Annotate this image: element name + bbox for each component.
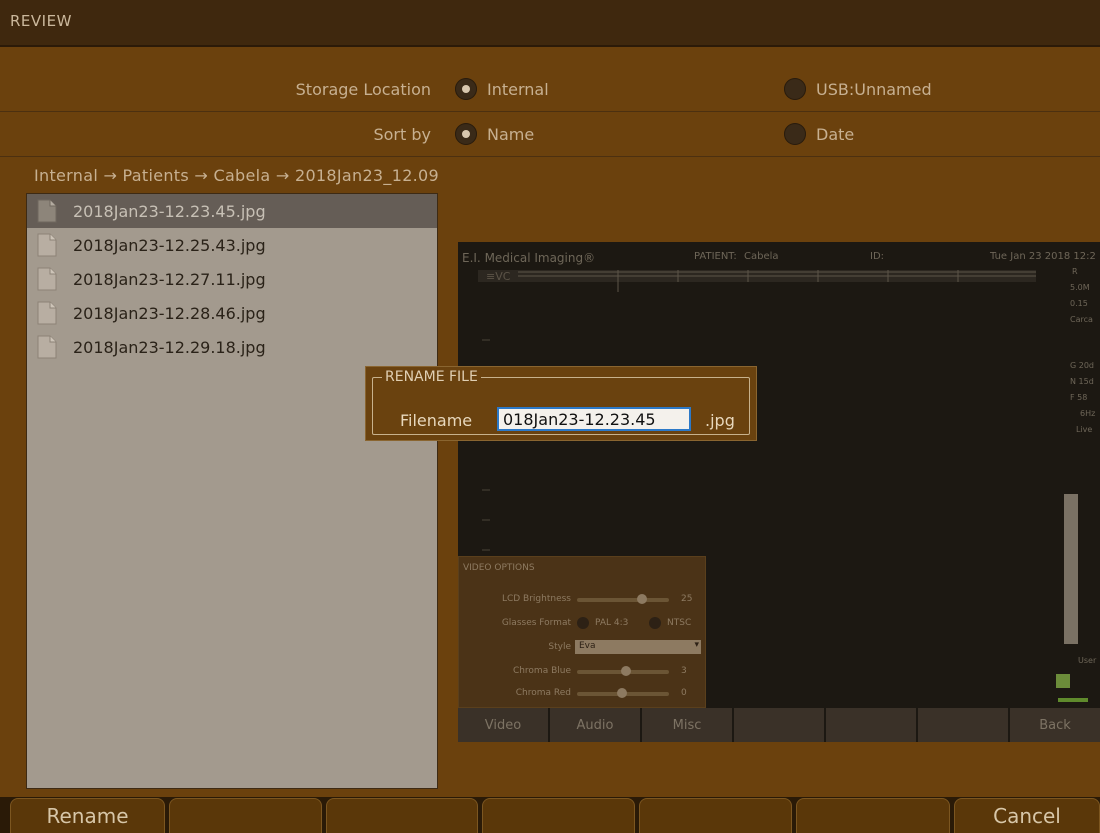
file-list-item[interactable]: 2018Jan23-12.28.46.jpg — [27, 296, 437, 330]
storage-internal-radio[interactable]: Internal — [455, 78, 549, 100]
readout: F 58 — [1070, 393, 1088, 402]
title-bar: REVIEW — [0, 0, 1100, 47]
glasses-format-label: Glasses Format — [501, 618, 571, 628]
sort-by-row: Sort by Name Date — [0, 113, 1100, 157]
lcd-brightness-label: LCD Brightness — [501, 594, 571, 604]
readout: N 15d — [1070, 377, 1094, 386]
style-row: Style Eva ▾ — [459, 639, 707, 657]
preview-tab-empty — [918, 708, 1008, 742]
file-name: 2018Jan23-12.29.18.jpg — [73, 337, 266, 357]
radio-unselected-icon — [649, 617, 661, 629]
review-screen: REVIEW Storage Location Internal USB:Unn… — [0, 0, 1100, 833]
storage-usb-label: USB:Unnamed — [816, 79, 932, 99]
slider-knob — [637, 594, 647, 604]
file-name: 2018Jan23-12.23.45.jpg — [73, 201, 266, 221]
style-select-value: Eva — [579, 641, 596, 651]
file-list[interactable]: 2018Jan23-12.23.45.jpg 2018Jan23-12.25.4… — [26, 193, 438, 789]
softkey-2-button[interactable] — [169, 798, 322, 833]
file-icon — [37, 199, 57, 223]
rename-file-dialog: RENAME FILE Filename .jpg — [365, 366, 757, 441]
file-list-item[interactable]: 2018Jan23-12.29.18.jpg — [27, 330, 437, 364]
file-extension: .jpg — [705, 411, 735, 430]
file-list-item[interactable]: 2018Jan23-12.27.11.jpg — [27, 262, 437, 296]
lcd-brightness-value: 25 — [681, 594, 693, 604]
file-icon — [37, 301, 57, 325]
file-icon — [37, 335, 57, 359]
preview-side-readouts: R 5.0M 0.15 Carca G 20d N 15d F 58 6Hz L… — [1058, 264, 1100, 438]
sort-name-label: Name — [487, 124, 535, 144]
softkey-4-button[interactable] — [482, 798, 635, 833]
radio-unselected-icon — [784, 123, 806, 145]
storage-location-row: Storage Location Internal USB:Unnamed — [0, 68, 1100, 112]
lcd-brightness-slider — [577, 594, 669, 604]
radio-unselected-icon — [784, 78, 806, 100]
preview-tab-empty — [734, 708, 824, 742]
file-name: 2018Jan23-12.27.11.jpg — [73, 269, 266, 289]
file-list-item[interactable]: 2018Jan23-12.25.43.jpg — [27, 228, 437, 262]
slider-knob — [621, 666, 631, 676]
glasses-ntsc-label: NTSC — [667, 618, 692, 628]
filename-label: Filename — [400, 411, 473, 430]
file-list-item-selected[interactable]: 2018Jan23-12.23.45.jpg — [27, 194, 437, 228]
file-icon — [37, 267, 57, 291]
file-name: 2018Jan23-12.25.43.jpg — [73, 235, 266, 255]
chroma-blue-slider — [577, 666, 669, 676]
image-preview: E.I. Medical Imaging® PATIENT: Cabela ID… — [458, 242, 1100, 742]
softkey-5-button[interactable] — [639, 798, 792, 833]
chroma-blue-value: 3 — [681, 666, 687, 676]
radio-selected-icon — [455, 78, 477, 100]
readout: 0.15 — [1070, 299, 1088, 308]
video-options-title: VIDEO OPTIONS — [463, 563, 535, 573]
preview-tab-bar: Video Audio Misc Back — [458, 708, 1100, 742]
slider-knob — [617, 688, 627, 698]
style-select: Eva ▾ — [575, 640, 701, 654]
sort-date-label: Date — [816, 124, 855, 144]
preview-tab-video: Video — [458, 708, 548, 742]
rename-dialog-title: RENAME FILE — [382, 369, 481, 385]
bottom-button-bar: Rename Cancel — [0, 797, 1100, 833]
preview-tab-back: Back — [1010, 708, 1100, 742]
preview-tab-audio: Audio — [550, 708, 640, 742]
readout: Live — [1076, 425, 1093, 434]
preview-user: User — [1078, 656, 1097, 665]
file-name: 2018Jan23-12.28.46.jpg — [73, 303, 266, 323]
chroma-red-label: Chroma Red — [515, 688, 571, 698]
readout: Carca — [1070, 315, 1093, 324]
style-label: Style — [548, 642, 571, 652]
softkey-6-button[interactable] — [796, 798, 950, 833]
preview-tab-empty — [826, 708, 916, 742]
lcd-brightness-row: LCD Brightness 25 — [459, 591, 707, 609]
window-title: REVIEW — [10, 12, 72, 30]
chevron-down-icon: ▾ — [694, 640, 699, 650]
readout: 5.0M — [1070, 283, 1090, 292]
sort-date-radio[interactable]: Date — [784, 123, 854, 145]
storage-internal-label: Internal — [487, 79, 549, 99]
chroma-red-slider — [577, 688, 669, 698]
glasses-pal-label: PAL 4:3 — [595, 618, 629, 628]
readout: G 20d — [1070, 361, 1094, 370]
readout: R — [1072, 267, 1078, 276]
sort-by-label: Sort by — [373, 125, 431, 144]
softkey-3-button[interactable] — [326, 798, 478, 833]
breadcrumb: Internal → Patients → Cabela → 2018Jan23… — [34, 166, 440, 185]
chroma-blue-row: Chroma Blue 3 — [459, 663, 707, 681]
storage-location-label: Storage Location — [295, 80, 431, 99]
radio-selected-icon — [577, 617, 589, 629]
radio-selected-icon — [455, 123, 477, 145]
chroma-red-row: Chroma Red 0 — [459, 685, 707, 703]
rename-button[interactable]: Rename — [10, 798, 165, 833]
chroma-red-value: 0 — [681, 688, 687, 698]
svg-text:≡VC: ≡VC — [486, 270, 511, 283]
sort-name-radio[interactable]: Name — [455, 123, 534, 145]
video-options-panel: VIDEO OPTIONS LCD Brightness 25 Glasses … — [458, 556, 706, 708]
preview-tab-misc: Misc — [642, 708, 732, 742]
readout: 6Hz — [1080, 409, 1096, 418]
file-icon — [37, 233, 57, 257]
glasses-format-row: Glasses Format PAL 4:3 NTSC — [459, 615, 707, 633]
storage-usb-radio[interactable]: USB:Unnamed — [784, 78, 932, 100]
filename-input[interactable] — [497, 407, 691, 431]
chroma-blue-label: Chroma Blue — [512, 666, 571, 676]
cancel-button[interactable]: Cancel — [954, 798, 1100, 833]
